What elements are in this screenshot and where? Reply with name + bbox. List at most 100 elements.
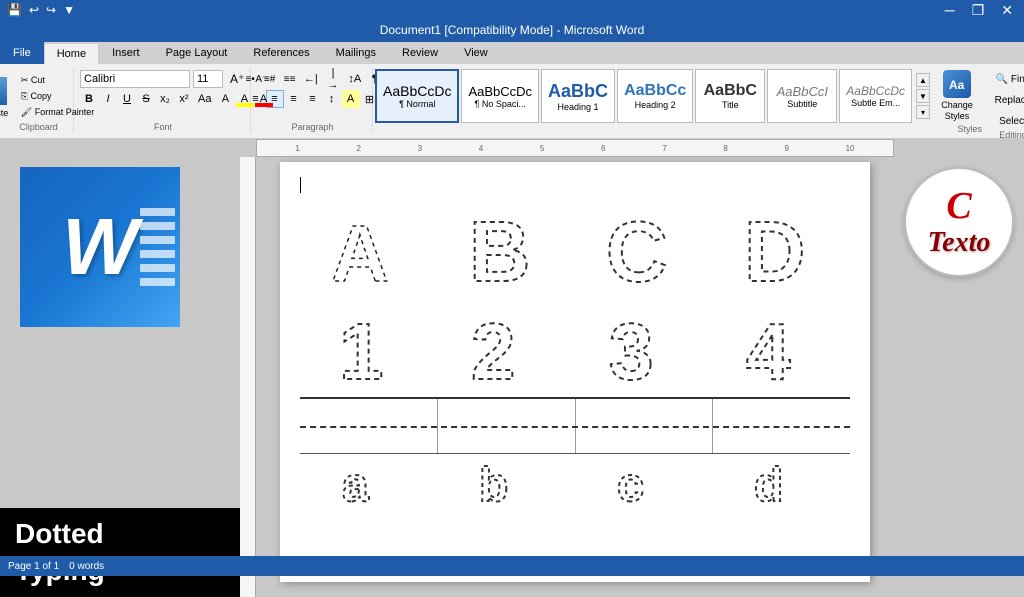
find-button[interactable]: 🔍 Find xyxy=(988,70,1024,88)
paragraph-label: Paragraph xyxy=(291,122,333,132)
brand-logo-texto: Texto xyxy=(928,228,991,259)
title-text: Document1 [Compatibility Mode] - Microso… xyxy=(0,20,1024,40)
number-4-svg: 4 xyxy=(741,301,821,391)
font-name-input[interactable] xyxy=(80,70,190,88)
horizontal-ruler: 12345 678910 xyxy=(256,139,894,157)
align-right-button[interactable]: ≡ xyxy=(285,90,303,108)
superscript-button[interactable]: x² xyxy=(175,90,193,108)
tab-page-layout[interactable]: Page Layout xyxy=(153,42,241,64)
sort-button[interactable]: ↕A xyxy=(345,70,365,88)
tab-review[interactable]: Review xyxy=(389,42,451,64)
text-cursor xyxy=(300,177,301,193)
tab-file[interactable]: File xyxy=(0,42,44,64)
ruler-right-spacer xyxy=(894,139,1024,157)
tab-references[interactable]: References xyxy=(240,42,322,64)
writing-lines-area xyxy=(300,399,850,454)
ribbon: File Home Insert Page Layout References … xyxy=(0,42,1024,139)
restore-button[interactable]: ❐ xyxy=(966,0,991,20)
svg-text:a: a xyxy=(342,459,369,508)
word-count: 0 words xyxy=(69,561,104,572)
font-color-button[interactable]: A xyxy=(254,90,272,108)
highlight-button[interactable]: A xyxy=(235,90,253,108)
ruler-left-spacer xyxy=(0,139,256,157)
page-indicator: Page 1 of 1 xyxy=(8,561,59,572)
clipboard-group: Paste ✂ Cut ⎘ Copy 🖌 Format Painter Clip… xyxy=(4,68,74,134)
font-label: Font xyxy=(154,122,172,132)
font-size-input[interactable] xyxy=(193,70,223,88)
bullets-button[interactable]: ≡• xyxy=(241,70,259,88)
brand-logo-circle: C Texto xyxy=(904,167,1014,277)
lowercase-d-svg: d xyxy=(751,456,811,508)
styles-group: AaBbCcDc ¶ Normal AaBbCcDc ¶ No Spaci...… xyxy=(375,68,982,134)
lowercase-a-svg: a xyxy=(339,456,399,508)
style-heading2[interactable]: AaBbCc Heading 2 xyxy=(617,69,693,123)
justify-button[interactable]: ≡ xyxy=(304,90,322,108)
gallery-scroll-down[interactable]: ▼ xyxy=(916,89,930,103)
brand-logo-text: C Texto xyxy=(928,186,991,259)
underline-button[interactable]: U xyxy=(118,90,136,108)
gallery-scrollbar: ▲ ▼ ▾ xyxy=(916,73,930,119)
bold-button[interactable]: B xyxy=(80,90,98,108)
svg-text:A: A xyxy=(331,209,389,296)
italic-button[interactable]: I xyxy=(99,90,117,108)
qat-dropdown-button[interactable]: ▼ xyxy=(61,3,77,17)
numbering-button[interactable]: ≡# xyxy=(260,70,279,88)
number-3-svg: 3 xyxy=(604,301,684,391)
letter-cell-b: B xyxy=(438,198,576,298)
word-logo-lines xyxy=(135,167,180,327)
change-case-button[interactable]: Aa xyxy=(194,90,215,108)
subscript-button[interactable]: x₂ xyxy=(156,90,174,108)
tab-mailings[interactable]: Mailings xyxy=(323,42,389,64)
style-subtitle[interactable]: AaBbCcI Subtitle xyxy=(767,69,837,123)
select-button[interactable]: Select xyxy=(988,112,1024,130)
strikethrough-button[interactable]: S xyxy=(137,90,155,108)
style-normal[interactable]: AaBbCcDc ¶ Normal xyxy=(375,69,459,123)
style-subtle-em[interactable]: AaBbCcDc Subtle Em... xyxy=(839,69,912,123)
tab-home[interactable]: Home xyxy=(44,43,99,65)
word-logo-w: W xyxy=(62,201,138,293)
styles-gallery: AaBbCcDc ¶ Normal AaBbCcDc ¶ No Spaci...… xyxy=(375,68,982,124)
style-title[interactable]: AaBbC Title xyxy=(695,69,765,123)
svg-text:B: B xyxy=(469,205,530,296)
styles-label: Styles xyxy=(957,124,982,134)
multilevel-button[interactable]: ≡≡ xyxy=(280,70,299,88)
replace-button[interactable]: Replace xyxy=(988,91,1024,109)
minimize-button[interactable]: ─ xyxy=(939,0,961,20)
status-bar: Page 1 of 1 0 words xyxy=(0,556,1024,576)
letter-b-svg: B xyxy=(464,201,549,296)
shading-button[interactable]: A xyxy=(342,90,360,108)
decrease-indent-button[interactable]: ←| xyxy=(300,70,321,88)
style-no-spacing[interactable]: AaBbCcDc ¶ No Spaci... xyxy=(461,69,539,123)
lowercase-c-svg: c xyxy=(614,456,674,508)
lowercase-row: a b c d xyxy=(300,454,850,509)
svg-text:c: c xyxy=(617,459,644,508)
tab-insert[interactable]: Insert xyxy=(99,42,153,64)
window-title: Document1 [Compatibility Mode] - Microso… xyxy=(380,23,645,37)
number-row: 1 2 3 4 xyxy=(300,298,850,393)
style-heading1[interactable]: AaBbC Heading 1 xyxy=(541,69,615,123)
lowercase-cell-d: d xyxy=(713,454,851,509)
redo-button[interactable]: ↪ xyxy=(44,3,58,17)
line-spacing-button[interactable]: ↕ xyxy=(323,90,341,108)
quick-access-toolbar: 💾 ↩ ↪ ▼ ─ ❐ ✕ xyxy=(0,0,1024,20)
gallery-scroll-up[interactable]: ▲ xyxy=(916,73,930,87)
text-effects-button[interactable]: A xyxy=(216,90,234,108)
save-button[interactable]: 💾 xyxy=(5,3,24,17)
change-styles-button[interactable]: Aa ChangeStyles xyxy=(932,68,982,124)
ruler-marks: 12345 678910 xyxy=(257,144,893,153)
dotted-typing-banner: Dotted Typing xyxy=(0,508,240,597)
increase-indent-button[interactable]: |→ xyxy=(322,70,343,88)
gallery-more-button[interactable]: ▾ xyxy=(916,105,930,119)
word-logo-background: W xyxy=(20,167,180,327)
close-button[interactable]: ✕ xyxy=(995,0,1019,20)
document[interactable]: A B C D xyxy=(280,162,870,582)
font-group: A⁺ A⁻ B I U S x₂ x² Aa A A A xyxy=(76,68,251,134)
lowercase-b-svg: b xyxy=(476,456,536,508)
lowercase-cell-c: c xyxy=(575,454,713,509)
number-1-svg: 1 xyxy=(329,301,409,391)
tab-view[interactable]: View xyxy=(451,42,501,64)
letter-c-svg: C xyxy=(601,201,686,296)
paste-button[interactable]: Paste xyxy=(0,71,15,121)
letter-row-abcd: A B C D xyxy=(300,198,850,298)
undo-button[interactable]: ↩ xyxy=(27,3,41,17)
